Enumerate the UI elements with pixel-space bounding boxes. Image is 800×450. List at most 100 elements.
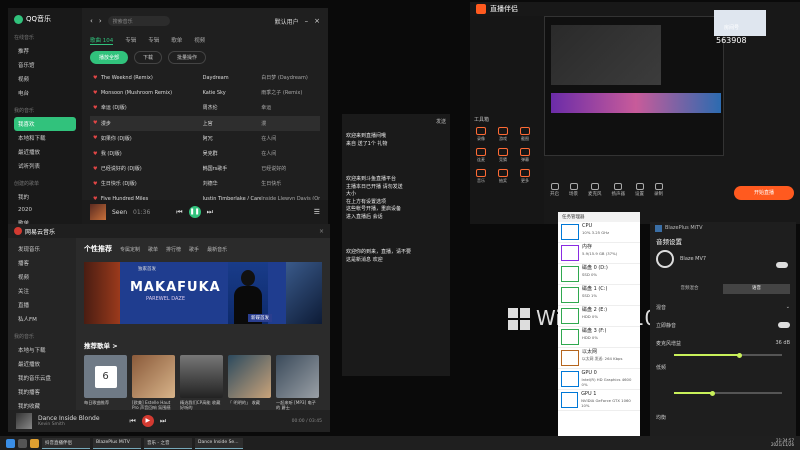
song-artist[interactable]: 上官 (203, 120, 262, 127)
device-toggle[interactable] (776, 262, 788, 268)
sidebar-item-recent[interactable]: 最近播放 (14, 145, 76, 159)
heart-icon[interactable]: ♥ (93, 135, 101, 141)
song-row[interactable]: ♥ Monsoon (Mushroom Remix) Katie Sky 雨季之子 (… (90, 85, 320, 100)
heart-icon[interactable]: ♥ (93, 75, 101, 81)
tool-item[interactable]: 抽奖 (496, 169, 510, 184)
play-all-button[interactable]: 播放全部 (90, 51, 129, 64)
tab-video[interactable]: 视频 (194, 36, 205, 45)
song-row[interactable]: ♥ 生日快乐 (DJ版) 刘德华 生日快乐 (90, 176, 320, 191)
tab-playlist[interactable]: 歌单 (171, 36, 182, 45)
perf-item[interactable]: 磁盘 0 (D:) SSD 0% (558, 264, 640, 285)
download-button[interactable]: 下载 (134, 51, 163, 64)
song-row[interactable]: ♥ 漫步 上官漫 (90, 115, 320, 131)
sidebar-item-radio[interactable]: 电台 (14, 86, 76, 100)
tab-new[interactable]: 最新音乐 (207, 246, 227, 253)
playlist-card[interactable]: 「 明明的」 收藏 (228, 355, 271, 411)
tab-album-2[interactable]: 专辑 (148, 36, 159, 45)
system-clock[interactable]: 21:34:57 2021/11/26 (771, 438, 800, 448)
live-bottom-item[interactable]: 麦克风 (588, 183, 602, 197)
song-artist[interactable]: Daydream (203, 75, 262, 81)
tab-artists[interactable]: 歌手 (189, 246, 199, 253)
album-cover[interactable] (90, 204, 106, 220)
tab-songs[interactable]: 歌曲 104 (90, 36, 114, 45)
song-row[interactable]: ♥ 已经说好的 (DJ版) 韩国rs歌手 已经说好的 (90, 161, 320, 176)
user-name[interactable]: 默认用户 (275, 17, 299, 26)
live-bottom-item[interactable]: 设置 (635, 183, 644, 197)
ne-next-icon[interactable]: ⏭ (160, 417, 166, 426)
sidebar-item-library[interactable]: 音乐馆 (14, 58, 76, 72)
taskbar-window-live[interactable]: 抖音直播伴侣 (42, 437, 90, 449)
perf-item[interactable]: 以太网 以太网 发送: 264 Kbps (558, 348, 640, 369)
perf-item[interactable]: GPU 0 Intel(R) HD Graphics 4600 0% (558, 369, 640, 390)
heart-icon[interactable]: ♥ (93, 151, 101, 157)
tool-item[interactable]: 游戏 (496, 127, 510, 142)
ne-nav-fm[interactable]: 私人FM (14, 312, 70, 326)
tab-custom[interactable]: 专属定制 (120, 246, 140, 253)
taskbar-window-audio[interactable]: BlazePlus MiTV (93, 437, 141, 449)
start-live-button[interactable]: 开始直播 (734, 186, 794, 200)
tab-voice[interactable]: 语音 (723, 284, 790, 294)
ne-nav-follow[interactable]: 关注 (14, 284, 70, 298)
ne-close-icon[interactable]: × (319, 228, 324, 235)
section-title[interactable]: 推荐歌单 > (84, 340, 322, 350)
gain-slider[interactable] (674, 352, 782, 358)
song-album[interactable]: 白日梦 (Daydream) (261, 74, 320, 81)
song-row[interactable]: ♥ 幸运 (DJ版) 周杰伦 幸运 (90, 100, 320, 115)
heart-icon[interactable]: ♥ (93, 105, 101, 111)
tab-audio-mix[interactable]: 音频混合 (656, 284, 723, 294)
sidebar-item-playlist-3[interactable]: 歌单 (14, 216, 76, 224)
sidebar-item-video[interactable]: 视频 (14, 72, 76, 86)
playlist-card[interactable]: [欧美] Estelle Haut Pro 声音回响 氛围感 (132, 355, 175, 411)
song-artist[interactable]: 吴克群 (203, 150, 262, 157)
ne-nav-podcast[interactable]: 播客 (14, 256, 70, 270)
live-bottom-item[interactable]: 场景 (569, 183, 578, 197)
tab-charts[interactable]: 排行榜 (166, 246, 181, 253)
start-icon[interactable] (6, 438, 15, 448)
tab-playlists[interactable]: 歌单 (148, 246, 158, 253)
ne-my-local[interactable]: 本地与下载 (14, 343, 70, 357)
perf-item[interactable]: 内存 5.9/15.9 GB (37%) (558, 243, 640, 264)
banner-carousel[interactable]: 独家首发 MAKAFUKA PAREWEL DAZE 新碟首发 (84, 262, 322, 324)
tool-item[interactable]: 更多 (518, 169, 532, 184)
ne-play-button[interactable]: ▶ (141, 415, 154, 427)
tool-item[interactable]: 录像 (474, 127, 488, 142)
perf-item[interactable]: 磁盘 2 (E:) HDD 0% (558, 306, 640, 327)
live-bottom-item[interactable]: 录制 (654, 183, 663, 197)
next-icon[interactable]: ⏭ (207, 208, 213, 217)
song-album[interactable]: 雨季之子 (Remix) (261, 89, 320, 96)
ne-prev-icon[interactable]: ⏮ (130, 417, 136, 426)
sidebar-item-local[interactable]: 本地和下载 (14, 131, 76, 145)
song-album[interactable]: 生日快乐 (261, 180, 320, 187)
tab-album[interactable]: 专辑 (125, 36, 136, 45)
ne-my-podcast[interactable]: 我的播客 (14, 385, 70, 399)
ne-my-recent[interactable]: 最近播放 (14, 357, 70, 371)
song-artist[interactable]: 韩国rs歌手 (203, 165, 262, 172)
banner-main[interactable]: 独家首发 MAKAFUKA PAREWEL DAZE 新碟首发 (120, 262, 286, 324)
chevron-down-icon[interactable]: ⌄ (786, 304, 790, 311)
sidebar-item-trial[interactable]: 试听列表 (14, 159, 76, 173)
song-album[interactable]: 已经说好的 (261, 165, 320, 172)
ne-album-cover[interactable] (16, 413, 32, 429)
sidebar-item-playlist-2[interactable]: 2020 (14, 204, 76, 216)
banner-prev-image[interactable] (84, 262, 120, 324)
tool-item[interactable]: 竞猜 (496, 148, 510, 163)
sidebar-item-playlist-1[interactable]: 我的 (14, 190, 76, 204)
song-album[interactable]: 幸运 (261, 104, 320, 111)
playlist-card[interactable]: 一起来听 [MP3] 电子的 爵士 (276, 355, 319, 411)
tool-item[interactable]: 连麦 (474, 148, 488, 163)
heart-icon[interactable]: ♥ (93, 90, 101, 96)
batch-button[interactable]: 批量操作 (168, 51, 207, 64)
song-row[interactable]: ♥ 我 (DJ版) 吴克群 在人间 (90, 146, 320, 161)
mute-toggle[interactable] (778, 322, 790, 328)
playlist-card[interactable]: 精选我们CP高能 收藏好听的 (180, 355, 223, 411)
tool-item[interactable]: 音乐 (474, 169, 488, 184)
ne-my-cloud[interactable]: 我的音乐云盘 (14, 371, 70, 385)
heart-icon[interactable]: ♥ (93, 166, 101, 172)
song-album[interactable]: 漫 (261, 120, 320, 127)
perf-item[interactable]: GPU 1 NVIDIA GeForce GTX 1060 10% (558, 390, 640, 411)
sidebar-item-recommend[interactable]: 推荐 (14, 44, 76, 58)
tab-personal[interactable]: 个性推荐 (84, 244, 112, 254)
song-row[interactable]: ♥ The Weeknd (Remix) Daydream 白日梦 (Daydream… (90, 70, 320, 85)
perf-item[interactable]: CPU 10% 3.25 GHz (558, 222, 640, 243)
playlist-icon[interactable]: ☰ (314, 208, 320, 216)
